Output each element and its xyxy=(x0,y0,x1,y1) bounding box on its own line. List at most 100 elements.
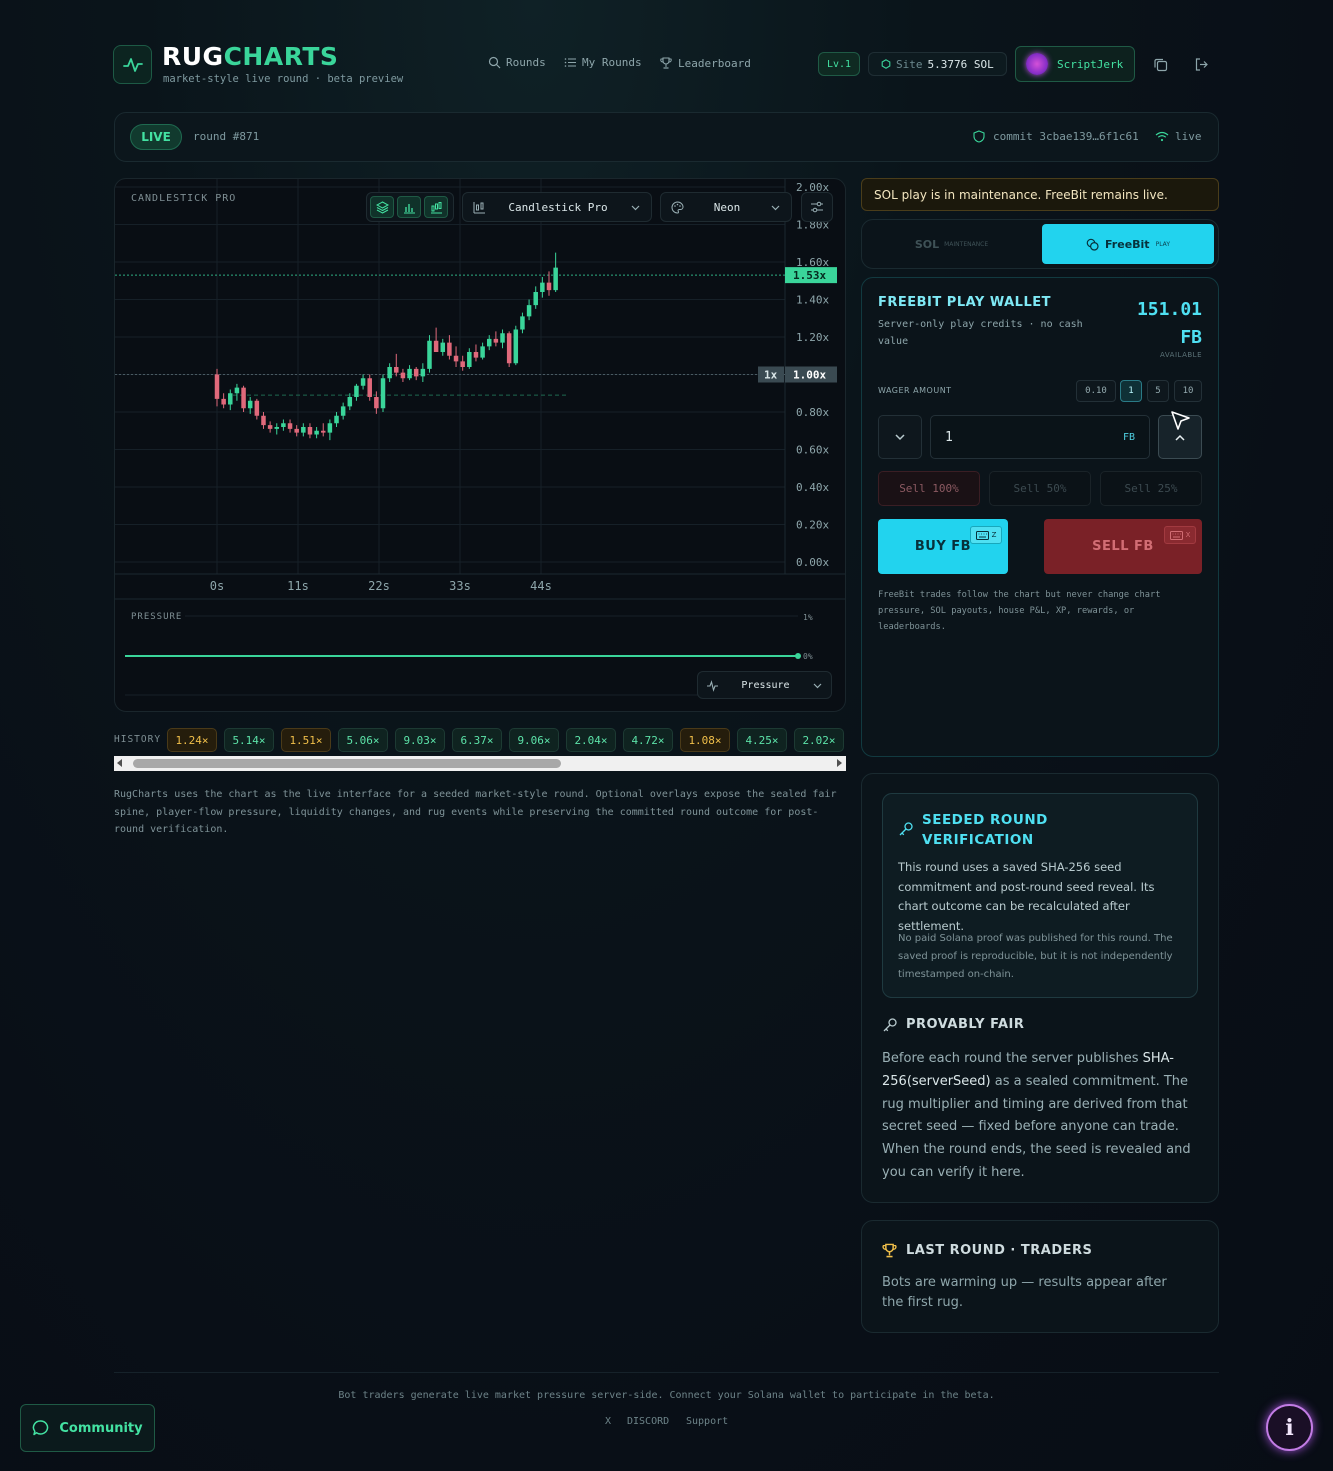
volume-toggle[interactable] xyxy=(397,196,421,218)
nav-rounds[interactable]: Rounds xyxy=(488,56,546,69)
info-button[interactable]: i xyxy=(1266,1404,1313,1451)
history-chip[interactable]: 6.37× xyxy=(452,728,502,752)
scroll-thumb[interactable] xyxy=(133,759,561,768)
wallet-balance: 151.01 FB xyxy=(1136,299,1202,348)
candle-body xyxy=(433,340,439,352)
candle-body xyxy=(440,342,446,352)
nav-my-rounds[interactable]: My Rounds xyxy=(564,56,642,69)
user-menu[interactable]: ScriptJerk xyxy=(1015,46,1135,82)
footer-divider xyxy=(114,1372,1219,1373)
y-tick-label: 1.40x xyxy=(796,294,829,307)
candle-body xyxy=(314,430,319,435)
candlestick-chart[interactable]: 2.00x1.80x1.60x1.40x1.20x1.00x0.80x0.60x… xyxy=(115,179,846,712)
coins-icon xyxy=(1086,238,1099,251)
provably-fair-body: Before each round the server publishes S… xyxy=(882,1051,1191,1180)
x-tick-label: 33s xyxy=(449,579,471,593)
sell-fb-button[interactable]: SELL FB X xyxy=(1044,519,1202,574)
keyboard-icon xyxy=(975,530,989,540)
history-chip[interactable]: 5.06× xyxy=(338,728,388,752)
history-chip[interactable]: 9.03× xyxy=(395,728,445,752)
site-balance[interactable]: Site 5.3776 SOL xyxy=(868,52,1007,76)
chart-settings-button[interactable] xyxy=(801,192,833,222)
candle-body xyxy=(486,338,492,347)
history-chip[interactable]: 1.51× xyxy=(281,728,331,752)
pressure-select[interactable]: Pressure xyxy=(697,671,832,699)
footer-link-discord[interactable]: DISCORD xyxy=(627,1416,669,1427)
candle-body xyxy=(247,400,253,409)
candle-body xyxy=(228,393,233,405)
freebit-note: FreeBit trades follow the chart but neve… xyxy=(878,590,1161,632)
bar-chart-icon xyxy=(403,203,415,213)
tab-freebit[interactable]: FreeBit PLAY xyxy=(1042,224,1214,264)
wager-chip-5[interactable]: 5 xyxy=(1147,380,1169,402)
verification-title: SEEDED ROUND VERIFICATION xyxy=(922,812,1048,848)
wager-chip-1[interactable]: 1 xyxy=(1120,380,1142,402)
wager-amount-input[interactable]: 1 FB xyxy=(930,415,1150,459)
candle-body xyxy=(533,292,538,306)
sell-25-button[interactable]: Sell 25% xyxy=(1100,471,1202,506)
wager-chip-10[interactable]: 10 xyxy=(1174,380,1202,402)
history-chip[interactable]: 4.25× xyxy=(737,728,787,752)
y-tick-label: 1.60x xyxy=(796,256,829,269)
layers-toggle[interactable] xyxy=(370,196,394,218)
palette-icon xyxy=(671,200,684,214)
sell-50-button[interactable]: Sell 50% xyxy=(989,471,1091,506)
candle-body xyxy=(413,368,419,377)
scroll-right-arrow[interactable] xyxy=(837,759,842,767)
level-badge: Lv.1 xyxy=(818,52,860,76)
chart-tool-group xyxy=(366,192,454,222)
chart-style-select[interactable]: Candlestick Pro xyxy=(462,192,652,222)
candle-body xyxy=(460,361,465,367)
candle-body xyxy=(420,368,426,377)
search-icon xyxy=(488,56,501,69)
logo-icon[interactable] xyxy=(113,45,152,84)
history-chip[interactable]: 1.08× xyxy=(680,728,730,752)
buy-fb-button[interactable]: BUY FB Z xyxy=(878,519,1008,574)
history-chip[interactable]: 5.14× xyxy=(224,728,274,752)
y-tick-label: 0.80x xyxy=(796,406,829,419)
avatar xyxy=(1026,53,1048,75)
scroll-left-arrow[interactable] xyxy=(117,759,122,767)
maintenance-banner: SOL play is in maintenance. FreeBit rema… xyxy=(861,178,1219,211)
tab-sol[interactable]: SOL MAINTENANCE xyxy=(866,224,1037,264)
sell-100-button[interactable]: Sell 100% xyxy=(878,471,980,506)
footer-link-support[interactable]: Support xyxy=(686,1416,728,1427)
y-tick-label: 0.00x xyxy=(796,556,829,569)
community-button[interactable]: Community xyxy=(20,1404,155,1452)
candle-body xyxy=(354,385,359,397)
live-badge: LIVE xyxy=(130,124,182,150)
footer-link-x[interactable]: X xyxy=(605,1416,611,1427)
chart-theme-select[interactable]: Neon xyxy=(660,192,792,222)
candle-body xyxy=(427,340,432,369)
candle-body xyxy=(480,346,485,358)
commit-hash[interactable]: commit 3cbae139…6f1c61 xyxy=(973,130,1139,143)
last-round-body: Bots are warming up — results appear aft… xyxy=(882,1275,1167,1310)
chevron-down-icon xyxy=(631,205,640,210)
history-chip[interactable]: 2.02× xyxy=(794,728,844,752)
history-chip[interactable]: 4.72× xyxy=(623,728,673,752)
candle-body xyxy=(294,428,299,433)
indicator-toggle[interactable] xyxy=(424,196,448,218)
logout-button[interactable] xyxy=(1189,52,1213,76)
cursor-pointer-icon xyxy=(1171,411,1190,430)
brand-wordmark[interactable]: RUGCHARTS xyxy=(162,42,338,71)
candle-body xyxy=(254,400,260,416)
wager-decrement-button[interactable] xyxy=(878,415,922,459)
candle-body xyxy=(241,387,246,409)
history-chip[interactable]: 1.24× xyxy=(167,728,217,752)
copy-button[interactable] xyxy=(1148,52,1172,76)
nav-leaderboard[interactable]: Leaderboard xyxy=(659,56,751,70)
history-chip[interactable]: 9.06× xyxy=(509,728,559,752)
wager-chip-0-10[interactable]: 0.10 xyxy=(1076,380,1116,402)
candle-body xyxy=(493,338,499,343)
shield-icon xyxy=(973,130,985,143)
verification-body: This round uses a saved SHA-256 seed com… xyxy=(898,860,1155,933)
history-chip[interactable]: 2.04× xyxy=(566,728,616,752)
pressure-mid-label: 0% xyxy=(803,652,813,661)
connection-status: live xyxy=(1155,130,1202,143)
history-scrollbar[interactable] xyxy=(114,756,846,771)
candle-body xyxy=(380,378,386,409)
history-label: HISTORY xyxy=(114,734,162,745)
candle-body xyxy=(520,316,525,330)
footer-text: Bot traders generate live market pressur… xyxy=(338,1390,995,1401)
